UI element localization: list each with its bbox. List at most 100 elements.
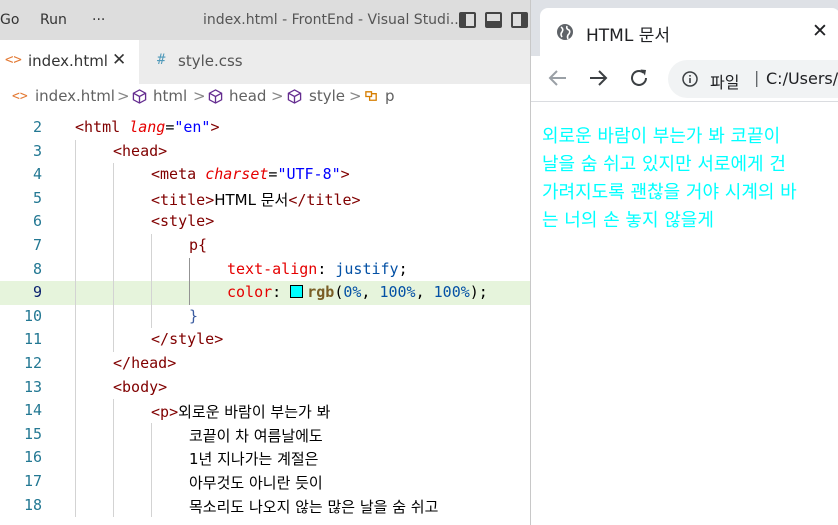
- code-line-current: 9 color: rgb(0%, 100%, 100%);: [0, 281, 530, 305]
- indent-guide: [151, 304, 152, 329]
- paragraph-line: 외로운 바람이 부는가 봐 코끝이: [542, 126, 781, 147]
- code-line: 3 <head>: [0, 139, 530, 164]
- indent-guide: [75, 328, 76, 352]
- code-text: color: rgb(0%, 100%, 100%);: [227, 283, 488, 302]
- code-text: 코끝이 차 여름날에도: [189, 426, 323, 445]
- breadcrumb: <> index.html > html > head > style > p: [0, 84, 530, 110]
- tab-index-html[interactable]: <> index.html ✕: [0, 40, 139, 84]
- code-text: <meta charset="UTF-8">: [151, 165, 350, 184]
- symbol-element-icon: [132, 89, 147, 104]
- indent-guide: [113, 304, 114, 329]
- code-line: 16 1년 지나가는 계절은: [0, 446, 530, 470]
- code-text: 1년 지나가는 계절은: [189, 450, 319, 469]
- code-line: 4 <meta charset="UTF-8">: [0, 163, 530, 187]
- code-editor[interactable]: 2 <html lang="en"> 3 <head> 4 <meta char…: [0, 114, 530, 525]
- indent-guide: [189, 257, 190, 282]
- line-number: 11: [23, 330, 42, 349]
- back-arrow-icon[interactable]: [546, 66, 570, 90]
- paragraph-line: 는 너의 손 놓지 않을게: [542, 210, 714, 231]
- indent-guide: [151, 470, 152, 494]
- code-line: 12 </head>: [0, 352, 530, 376]
- line-number: 13: [23, 377, 42, 396]
- indent-guide: [75, 186, 76, 211]
- code-text: <p>외로운 바람이 부는가 봐: [151, 403, 331, 422]
- url-text[interactable]: C:/Users/v: [766, 69, 838, 88]
- menu-run[interactable]: Run: [40, 12, 67, 28]
- line-number: 6: [32, 212, 42, 231]
- indent-guide: [113, 186, 114, 211]
- indent-guide: [151, 257, 152, 282]
- menu-more[interactable]: ···: [92, 12, 105, 28]
- window-title: index.html - FrontEnd - Visual Studi...: [203, 12, 464, 28]
- indent-guide: [151, 422, 152, 447]
- indent-guide: [151, 234, 152, 258]
- address-bar[interactable]: 파일 | C:/Users/v: [668, 60, 838, 98]
- breadcrumb-separator: >: [349, 87, 362, 105]
- indent-guide: [75, 304, 76, 329]
- tab-label: index.html: [28, 52, 108, 70]
- info-icon[interactable]: [682, 71, 698, 87]
- symbol-element-icon: [208, 89, 223, 104]
- indent-guide: [75, 257, 76, 282]
- code-line: 5 <title>HTML 문서</title>: [0, 186, 530, 211]
- editor-tab-bar: <> index.html ✕ # style.css: [0, 40, 530, 84]
- breadcrumb-item-p[interactable]: p: [385, 87, 395, 105]
- code-line: 2 <html lang="en">: [0, 116, 530, 140]
- color-swatch[interactable]: [290, 285, 304, 299]
- code-line: 8 text-align: justify;: [0, 257, 530, 282]
- breadcrumb-item-file[interactable]: index.html: [35, 87, 115, 105]
- browser-window: HTML 문서 ✕ 파일 | C:/Users/v 외로운 바람이 부는가: [530, 0, 838, 525]
- symbol-element-icon: [287, 89, 302, 104]
- indent-guide: [75, 210, 76, 234]
- browser-tab-strip: HTML 문서 ✕: [531, 0, 838, 56]
- indent-guide: [75, 163, 76, 187]
- code-line: 15 코끝이 차 여름날에도: [0, 422, 530, 447]
- line-number: 9: [32, 283, 42, 302]
- paragraph-line: 가려지도록 괜찮을 거야 시계의 바: [542, 182, 797, 203]
- reload-icon[interactable]: [627, 66, 651, 90]
- line-number: 2: [32, 118, 42, 136]
- breadcrumb-item-style[interactable]: style: [309, 87, 345, 105]
- indent-guide: [113, 210, 114, 234]
- page-paragraph: 외로운 바람이 부는가 봐 코끝이 날을 숨 쉬고 있지만 서로에게 건 가려지…: [542, 123, 838, 235]
- indent-guide: [113, 399, 114, 423]
- line-number: 7: [32, 236, 42, 254]
- line-number: 8: [32, 259, 42, 278]
- toggle-secondary-sidebar-icon[interactable]: [511, 12, 528, 28]
- indent-guide: [75, 352, 76, 376]
- browser-tab[interactable]: HTML 문서 ✕: [540, 8, 838, 56]
- indent-guide: [113, 470, 114, 494]
- code-text: <head>: [113, 141, 168, 160]
- indent-guide: [75, 375, 76, 400]
- breadcrumb-item-html[interactable]: html: [153, 87, 187, 105]
- indent-guide: [151, 446, 152, 470]
- toggle-panel-icon[interactable]: [485, 12, 502, 28]
- code-text: 목소리도 나오지 않는 많은 날을 숨 쉬고: [189, 497, 439, 516]
- page-viewport: 외로운 바람이 부는가 봐 코끝이 날을 숨 쉬고 있지만 서로에게 건 가려지…: [531, 103, 838, 525]
- line-number: 12: [23, 354, 42, 372]
- tab-title: HTML 문서: [586, 26, 670, 46]
- forward-arrow-icon[interactable]: [586, 66, 610, 90]
- indent-guide: [75, 493, 76, 518]
- indent-guide: [75, 470, 76, 494]
- breadcrumb-item-head[interactable]: head: [229, 87, 266, 105]
- indent-guide: [113, 234, 114, 258]
- close-icon[interactable]: ✕: [812, 20, 828, 42]
- indent-guide: [75, 399, 76, 423]
- line-number: 17: [23, 472, 42, 490]
- line-number: 15: [23, 424, 42, 443]
- line-number: 4: [32, 165, 42, 184]
- line-number: 14: [23, 401, 42, 420]
- toggle-sidebar-icon[interactable]: [459, 12, 476, 28]
- indent-guide: [113, 493, 114, 518]
- tab-style-css[interactable]: # style.css: [140, 40, 288, 84]
- indent-guide: [113, 422, 114, 447]
- code-line: 13 <body>: [0, 375, 530, 400]
- close-icon[interactable]: ✕: [112, 50, 126, 70]
- breadcrumb-separator: >: [117, 87, 130, 105]
- paragraph-line: 날을 숨 쉬고 있지만 서로에게 건: [542, 154, 786, 175]
- code-line: 7 p{: [0, 234, 530, 258]
- html-file-icon: <>: [5, 52, 22, 68]
- menu-go[interactable]: Go: [0, 12, 19, 28]
- line-number: 5: [32, 188, 42, 207]
